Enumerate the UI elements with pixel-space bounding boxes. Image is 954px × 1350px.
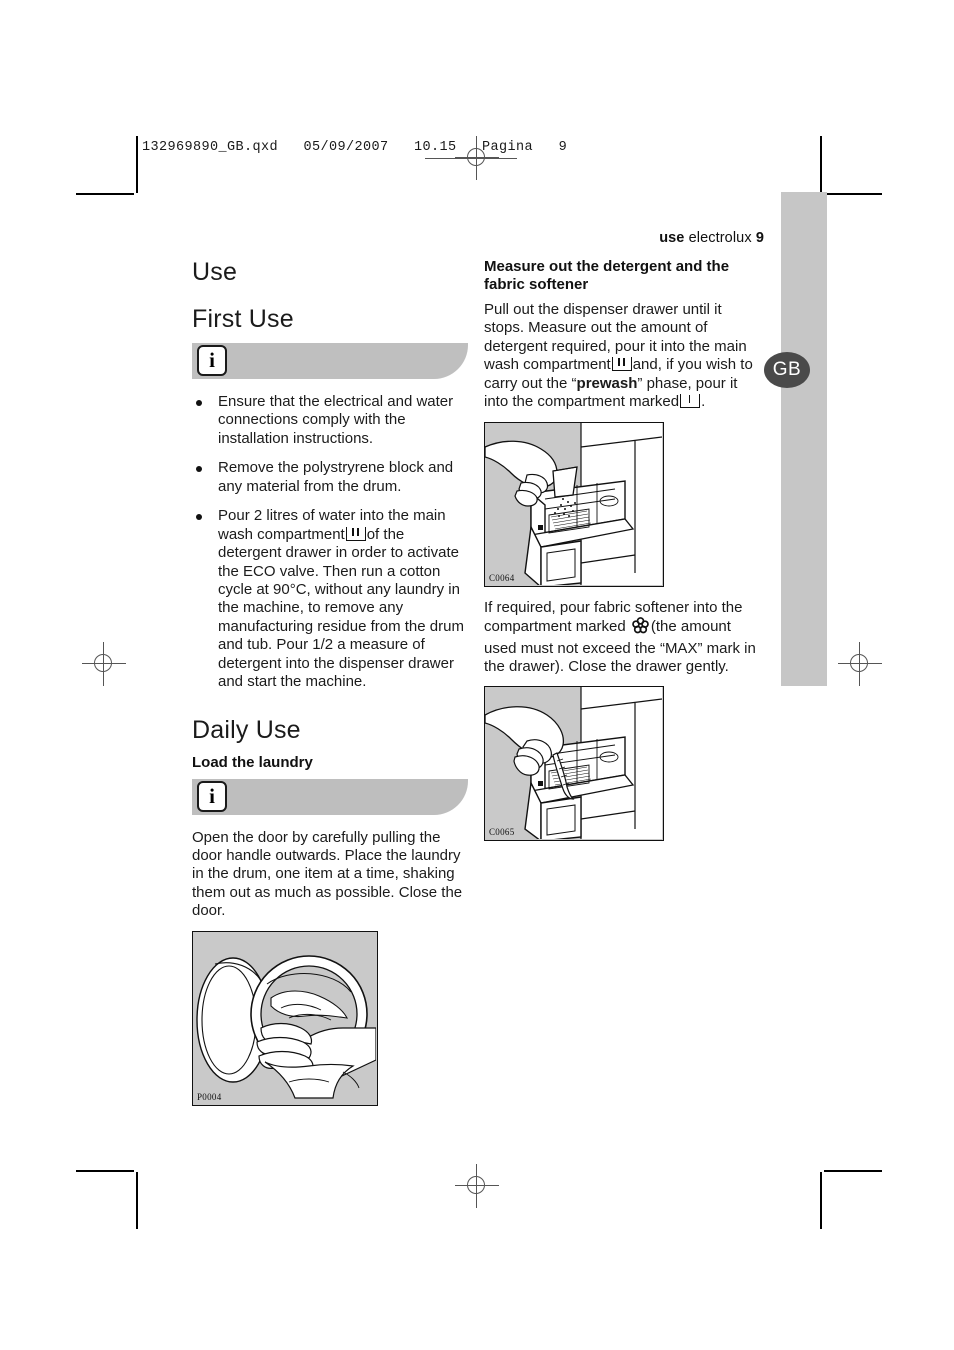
crop-mark-bottom-right-v (820, 1172, 822, 1229)
print-slug: 132969890_GB.qxd 05/09/2007 10.15 Pagina… (142, 140, 568, 155)
figure-load-laundry-illustration (193, 931, 376, 1104)
info-band-daily-use: i (192, 778, 468, 815)
bullet-text: Pour 2 litres of water into the main was… (218, 507, 446, 543)
left-column: Use First Use i Ensure that the electric… (192, 258, 468, 1118)
section-title-first-use: First Use (192, 305, 294, 333)
right-column: Measure out the detergent and the fabric… (484, 258, 760, 853)
running-head-brand: electrolux (688, 230, 752, 246)
figure-caption: C0065 (489, 827, 515, 838)
figure-fabric-softener-illustration (485, 687, 662, 840)
crop-mark-bottom-left-v (136, 1172, 138, 1229)
language-badge-label: GB (772, 359, 802, 380)
running-head-prefix: use (659, 230, 685, 246)
crop-mark-top-right-v (820, 136, 822, 193)
subsection-measure-detergent: Measure out the detergent and the fabric… (484, 258, 760, 294)
info-band-first-use: i (192, 343, 468, 379)
language-badge-gb: GB (764, 352, 810, 388)
crop-mark-bottom-right-h (824, 1170, 882, 1172)
bullet-text: Ensure that the electrical and water con… (218, 393, 454, 447)
registration-mark-right (838, 642, 882, 686)
measure-detergent-paragraph: Pull out the dispenser drawer until it s… (484, 301, 760, 412)
bullet-text-cont: of the detergent drawer in order to acti… (218, 525, 464, 691)
subsection-load-the-laundry: Load the laundry (192, 753, 313, 771)
crop-mark-top-right-h (824, 193, 882, 195)
figure-detergent-drawer-illustration (485, 422, 662, 585)
page-title: Use (192, 258, 238, 286)
crop-mark-top-left-h (76, 193, 134, 195)
list-item: Remove the polystryrene block and any ma… (192, 459, 468, 496)
language-side-tab (781, 192, 827, 686)
figure-caption: P0004 (197, 1091, 222, 1102)
list-item: Pour 2 litres of water into the main was… (192, 507, 468, 691)
fabric-softener-paragraph: If required, pour fabric softener into t… (484, 599, 760, 677)
fabric-softener-flower-icon (632, 617, 649, 639)
load-laundry-paragraph: Open the door by carefully pulling the d… (192, 828, 463, 920)
figure-detergent-drawer: C0064 (484, 421, 664, 587)
compartment-main-wash-icon (611, 357, 632, 372)
info-icon: i (197, 780, 227, 812)
list-item: Ensure that the electrical and water con… (192, 393, 468, 448)
heading-line-2: fabric softener (484, 276, 589, 293)
compartment-prewash-icon (680, 394, 701, 409)
manual-page: 132969890_GB.qxd 05/09/2007 10.15 Pagina… (0, 0, 954, 1350)
prewash-emphasis: prewash (576, 374, 638, 392)
registration-mark-bottom (455, 1164, 499, 1208)
bullet-text: Remove the polystryrene block and any ma… (218, 459, 454, 495)
crop-mark-bottom-left-h (76, 1170, 134, 1172)
figure-caption: C0064 (489, 572, 515, 583)
info-icon: i (197, 345, 227, 376)
heading-line-1: Measure out the detergent and the (484, 258, 730, 275)
first-use-bullet-list: Ensure that the electrical and water con… (192, 393, 468, 692)
registration-mark-left (82, 642, 126, 686)
running-head: use electrolux 9 (659, 230, 764, 246)
page-number: 9 (755, 230, 764, 246)
section-title-daily-use: Daily Use (192, 715, 301, 744)
slug-underline (425, 158, 517, 159)
figure-load-laundry: P0004 (192, 930, 378, 1106)
figure-fabric-softener-drawer: C0065 (484, 686, 664, 842)
compartment-main-wash-icon (345, 526, 366, 541)
paragraph-text-end: . (701, 393, 706, 411)
slug-divider (136, 136, 137, 160)
